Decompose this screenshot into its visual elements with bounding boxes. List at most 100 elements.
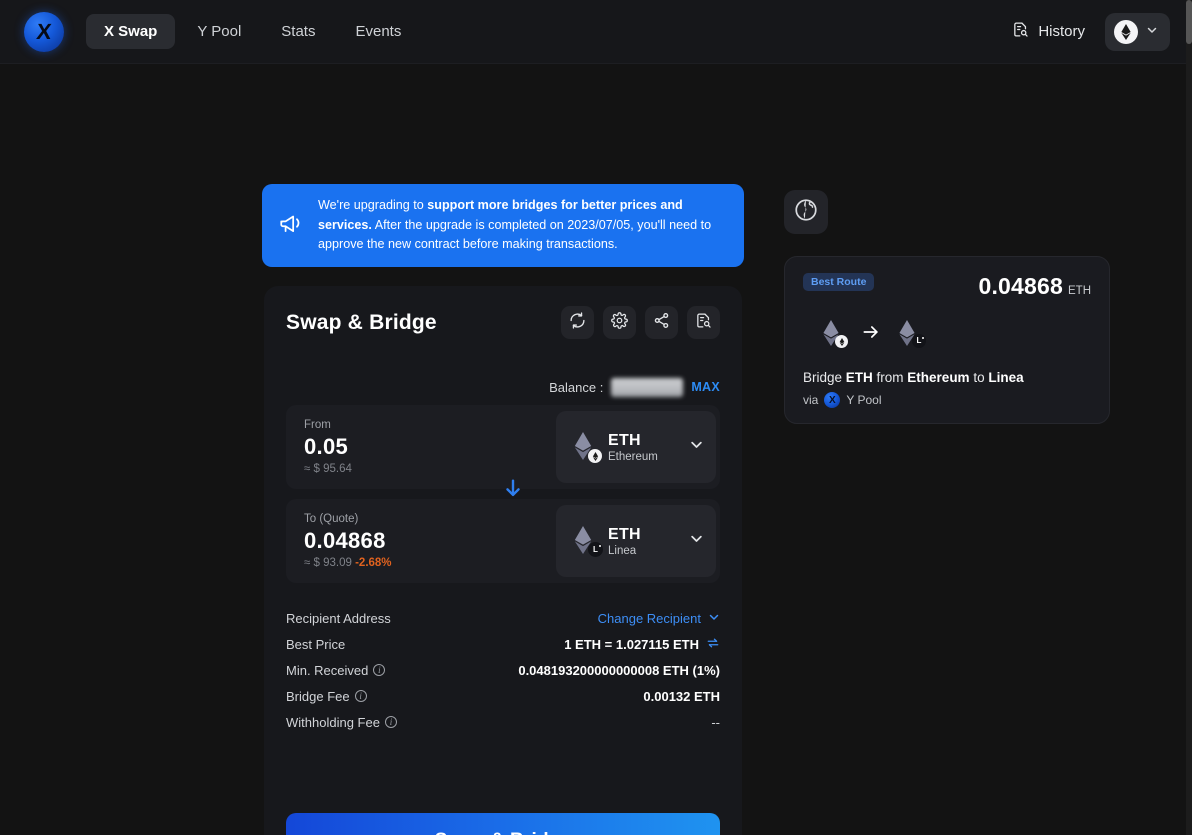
detail-row-min-received: Min. Received i 0.048193200000000008 ETH… <box>286 657 720 683</box>
swap-bridge-card: Swap & Bridge <box>264 286 742 835</box>
from-amount-input[interactable]: 0.05 <box>304 434 352 460</box>
history-button[interactable]: History <box>1006 15 1091 48</box>
swap-direction-arrow-icon[interactable] <box>502 475 524 501</box>
app-logo[interactable]: X <box>24 12 64 52</box>
logo-x-icon: X <box>22 12 66 52</box>
banner-text-part2: After the upgrade is completed on 2023/0… <box>318 218 711 252</box>
transactions-button[interactable] <box>687 306 720 339</box>
to-usd-value: ≈ $ 93.09 -2.68% <box>304 557 392 569</box>
page-body: We're upgrading to support more bridges … <box>0 64 1186 835</box>
share-button[interactable] <box>645 306 678 339</box>
route-description: Bridge ETH from Ethereum to Linea <box>803 370 1091 385</box>
history-label: History <box>1038 23 1085 40</box>
balance-label: Balance : <box>549 380 603 395</box>
best-route-card[interactable]: Best Route 0.04868 ETH <box>784 256 1110 424</box>
to-field: To (Quote) 0.04868 ≈ $ 93.09 -2.68% L <box>286 499 720 583</box>
route-amount: 0.04868 ETH <box>978 273 1091 300</box>
info-icon[interactable]: i <box>385 716 397 728</box>
from-token-selector[interactable]: ETH Ethereum <box>556 411 716 483</box>
max-button[interactable]: MAX <box>691 380 720 394</box>
detail-label: Best Price <box>286 637 345 652</box>
eth-linea-icon: L <box>572 526 598 556</box>
to-token-selector[interactable]: L ETH Linea <box>556 505 716 577</box>
route-amount-symbol: ETH <box>1068 285 1091 297</box>
route-desc-token: ETH <box>846 370 873 385</box>
gear-icon <box>611 312 628 334</box>
detail-label: Recipient Address <box>286 611 391 626</box>
nav-item-stats[interactable]: Stats <box>263 14 333 49</box>
detail-row-withholding-fee: Withholding Fee i -- <box>286 709 720 735</box>
change-recipient-button[interactable]: Change Recipient <box>598 611 720 626</box>
detail-label: Bridge Fee i <box>286 689 367 704</box>
from-field: From 0.05 ≈ $ 95.64 <box>286 405 720 489</box>
settings-button[interactable] <box>603 306 636 339</box>
scrollbar-thumb[interactable] <box>1186 0 1192 44</box>
nav-item-x-swap[interactable]: X Swap <box>86 14 175 49</box>
to-label: To (Quote) <box>304 513 392 525</box>
main-nav: X Swap Y Pool Stats Events <box>86 14 419 49</box>
route-amount-value: 0.04868 <box>978 273 1063 300</box>
wallet-selector[interactable] <box>1105 13 1170 51</box>
document-search-icon <box>1012 21 1029 42</box>
page-scrollbar[interactable] <box>1186 0 1192 835</box>
info-icon[interactable]: i <box>373 664 385 676</box>
from-usd-value: ≈ $ 95.64 <box>304 463 352 475</box>
nav-item-y-pool[interactable]: Y Pool <box>179 14 259 49</box>
ethereum-icon <box>1114 20 1138 44</box>
nav-item-events[interactable]: Events <box>337 14 419 49</box>
best-price-value: 1 ETH = 1.027115 ETH <box>564 637 699 652</box>
balance-value-redacted <box>611 378 683 397</box>
balance-row: Balance : MAX <box>286 377 720 397</box>
globe-icon <box>793 197 819 228</box>
route-desc-mid: from <box>873 370 908 385</box>
route-desc-to-word: to <box>970 370 989 385</box>
megaphone-icon <box>278 210 304 241</box>
detail-label: Withholding Fee i <box>286 715 397 730</box>
bridge-fee-label: Bridge Fee <box>286 689 350 704</box>
banner-text: We're upgrading to support more bridges … <box>318 196 726 255</box>
chevron-down-icon <box>689 437 704 457</box>
change-recipient-label: Change Recipient <box>598 611 701 626</box>
chevron-down-icon <box>689 531 704 551</box>
detail-label: Min. Received i <box>286 663 385 678</box>
from-label: From <box>304 419 352 431</box>
arrow-right-icon <box>861 322 881 347</box>
to-token-names: ETH Linea <box>608 526 641 557</box>
withholding-fee-label: Withholding Fee <box>286 715 380 730</box>
card-header: Swap & Bridge <box>286 306 720 339</box>
to-amount-value: 0.04868 <box>304 528 392 554</box>
info-icon[interactable]: i <box>355 690 367 702</box>
to-token-chain: Linea <box>608 545 641 557</box>
details-list: Recipient Address Change Recipient Best … <box>286 605 720 735</box>
to-field-left: To (Quote) 0.04868 ≈ $ 93.09 -2.68% <box>304 513 392 569</box>
from-field-left: From 0.05 ≈ $ 95.64 <box>304 419 352 475</box>
detail-row-bridge-fee: Bridge Fee i 0.00132 ETH <box>286 683 720 709</box>
announcement-banner: We're upgrading to support more bridges … <box>262 184 744 267</box>
swap-rate-toggle-icon[interactable] <box>706 636 720 653</box>
app-header: X X Swap Y Pool Stats Events History <box>0 0 1186 64</box>
route-via-label: via <box>803 393 818 407</box>
eth-ethereum-icon <box>572 432 598 462</box>
network-globe-button[interactable] <box>784 190 828 234</box>
route-desc-to-chain: Linea <box>988 370 1023 385</box>
to-price-impact: -2.68% <box>355 557 391 569</box>
route-path: L <box>803 320 1091 348</box>
route-via-name: Y Pool <box>846 393 881 407</box>
from-token-symbol: ETH <box>608 432 658 450</box>
detail-row-recipient: Recipient Address Change Recipient <box>286 605 720 631</box>
route-desc-prefix: Bridge <box>803 370 846 385</box>
y-pool-logo-icon: X <box>824 392 840 408</box>
eth-ethereum-icon <box>821 320 845 348</box>
refresh-icon <box>569 312 586 334</box>
eth-linea-icon: L <box>897 320 921 348</box>
document-search-icon <box>695 312 712 334</box>
swap-bridge-submit-button[interactable]: Swap & Bridge <box>286 813 720 835</box>
route-desc-from-chain: Ethereum <box>907 370 969 385</box>
from-token-names: ETH Ethereum <box>608 432 658 463</box>
refresh-button[interactable] <box>561 306 594 339</box>
chevron-down-icon <box>1146 23 1158 41</box>
min-received-value: 0.048193200000000008 ETH (1%) <box>518 663 720 678</box>
from-token-chain: Ethereum <box>608 451 658 463</box>
route-header: Best Route 0.04868 ETH <box>803 273 1091 300</box>
route-via: via X Y Pool <box>803 392 1091 408</box>
